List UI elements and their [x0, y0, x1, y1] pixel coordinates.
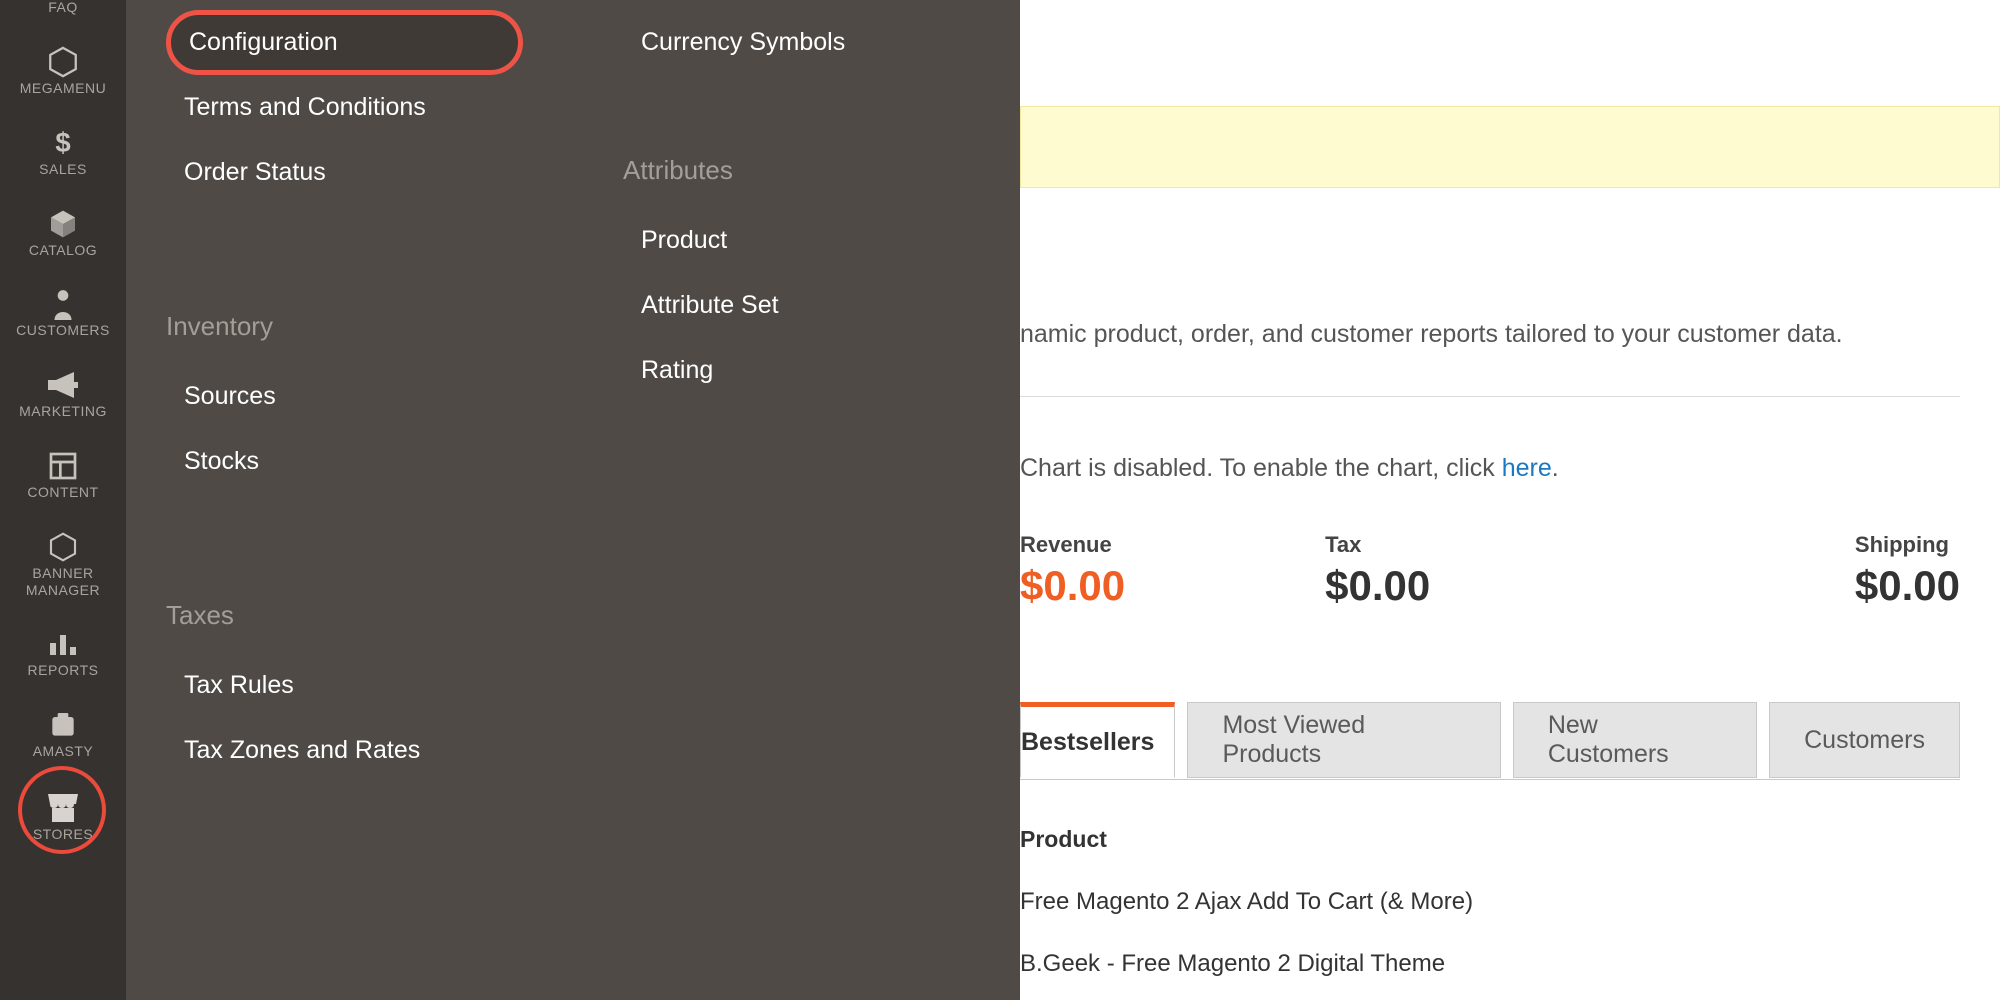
hexagon-icon [46, 44, 80, 80]
chart-msg-prefix: Chart is disabled. To enable the chart, … [1020, 454, 1502, 482]
nav-item-banner-manager[interactable]: BANNER MANAGER [0, 515, 126, 613]
section-head-taxes: Taxes [166, 600, 523, 631]
main-content: namic product, order, and customer repor… [1020, 0, 2000, 1000]
stat-value: $0.00 [1020, 562, 1125, 610]
stores-flyout: Configuration Terms and Conditions Order… [126, 0, 1020, 1000]
nav-item-faq[interactable]: FAQ [0, 0, 126, 30]
person-icon [50, 286, 76, 322]
stat-shipping: Shipping $0.00 [1855, 532, 1960, 610]
chart-msg-suffix: . [1552, 454, 1559, 482]
menu-link-currency-symbols[interactable]: Currency Symbols [623, 10, 980, 75]
nav-item-marketing[interactable]: MARKETING [0, 353, 126, 434]
layout-icon [47, 448, 79, 484]
menu-link-sources[interactable]: Sources [166, 364, 523, 429]
nav-item-megamenu[interactable]: MEGAMENU [0, 30, 126, 111]
nav-item-content[interactable]: CONTENT [0, 434, 126, 515]
nav-label: BANNER MANAGER [26, 565, 100, 599]
nav-label: SALES [39, 161, 87, 178]
stat-label: Shipping [1855, 532, 1960, 558]
table-header-product: Product [1020, 826, 1107, 853]
menu-link-stocks[interactable]: Stocks [166, 429, 523, 494]
stat-tax: Tax $0.00 [1325, 532, 1430, 610]
tab-most-viewed-products[interactable]: Most Viewed Products [1187, 702, 1500, 778]
nav-label: MARKETING [19, 403, 107, 420]
stat-label: Revenue [1020, 532, 1125, 558]
nav-item-amasty[interactable]: AMASTY [0, 693, 126, 774]
nav-label: FAQ [48, 0, 78, 16]
admin-nav-rail: FAQ MEGAMENU $ SALES CATALOG CUSTOMERS M… [0, 0, 126, 1000]
divider [1020, 396, 1960, 397]
menu-link-order-status[interactable]: Order Status [166, 140, 523, 205]
tab-customers[interactable]: Customers [1769, 702, 1960, 778]
enable-chart-link[interactable]: here [1502, 454, 1552, 482]
menu-link-product[interactable]: Product [623, 208, 980, 273]
section-head-inventory: Inventory [166, 311, 523, 342]
table-row[interactable]: B.Geek - Free Magento 2 Digital Theme [1020, 950, 1445, 978]
nav-item-customers[interactable]: CUSTOMERS [0, 272, 126, 353]
amasty-icon [47, 707, 79, 743]
nav-label: CUSTOMERS [16, 322, 110, 339]
hexagon-icon [47, 529, 79, 565]
flyout-column-right: Currency Symbols Attributes Product Attr… [623, 10, 980, 960]
stats-row: Revenue $0.00 Tax $0.00 Shipping $0.00 [1020, 532, 1960, 610]
table-row[interactable]: Free Magento 2 Ajax Add To Cart (& More) [1020, 888, 1473, 916]
tab-bestsellers[interactable]: Bestsellers [1020, 702, 1175, 778]
nav-label: MEGAMENU [20, 80, 106, 97]
nav-label: REPORTS [28, 662, 99, 679]
menu-link-terms-and-conditions[interactable]: Terms and Conditions [166, 75, 523, 140]
nav-label: AMASTY [33, 743, 94, 760]
notice-banner [1020, 106, 2000, 188]
bi-promo-text: namic product, order, and customer repor… [1020, 320, 1843, 349]
dashboard-tabs: Bestsellers Most Viewed Products New Cus… [1020, 702, 1960, 780]
nav-label: CATALOG [29, 242, 97, 259]
nav-item-stores[interactable]: STORES [0, 776, 126, 857]
menu-link-tax-zones-rates[interactable]: Tax Zones and Rates [166, 718, 523, 783]
menu-link-configuration[interactable]: Configuration [166, 10, 523, 75]
store-icon [46, 790, 80, 826]
stat-label: Tax [1325, 532, 1430, 558]
nav-item-sales[interactable]: $ SALES [0, 111, 126, 192]
nav-item-reports[interactable]: REPORTS [0, 612, 126, 693]
nav-label: STORES [33, 826, 93, 843]
stat-value: $0.00 [1325, 562, 1430, 610]
tab-new-customers[interactable]: New Customers [1513, 702, 1757, 778]
box-icon [47, 206, 79, 242]
nav-item-catalog[interactable]: CATALOG [0, 192, 126, 273]
menu-link-tax-rules[interactable]: Tax Rules [166, 653, 523, 718]
dollar-icon: $ [48, 125, 78, 161]
menu-link-attribute-set[interactable]: Attribute Set [623, 273, 980, 338]
section-head-attributes: Attributes [623, 155, 980, 186]
megaphone-icon [46, 367, 80, 403]
nav-label: CONTENT [27, 484, 98, 501]
bar-chart-icon [47, 626, 79, 662]
stat-revenue: Revenue $0.00 [1020, 532, 1125, 610]
flyout-column-left: Configuration Terms and Conditions Order… [166, 10, 523, 960]
stat-value: $0.00 [1855, 562, 1960, 610]
svg-text:$: $ [55, 128, 70, 158]
menu-link-rating[interactable]: Rating [623, 338, 980, 403]
chart-disabled-message: Chart is disabled. To enable the chart, … [1020, 454, 1559, 483]
